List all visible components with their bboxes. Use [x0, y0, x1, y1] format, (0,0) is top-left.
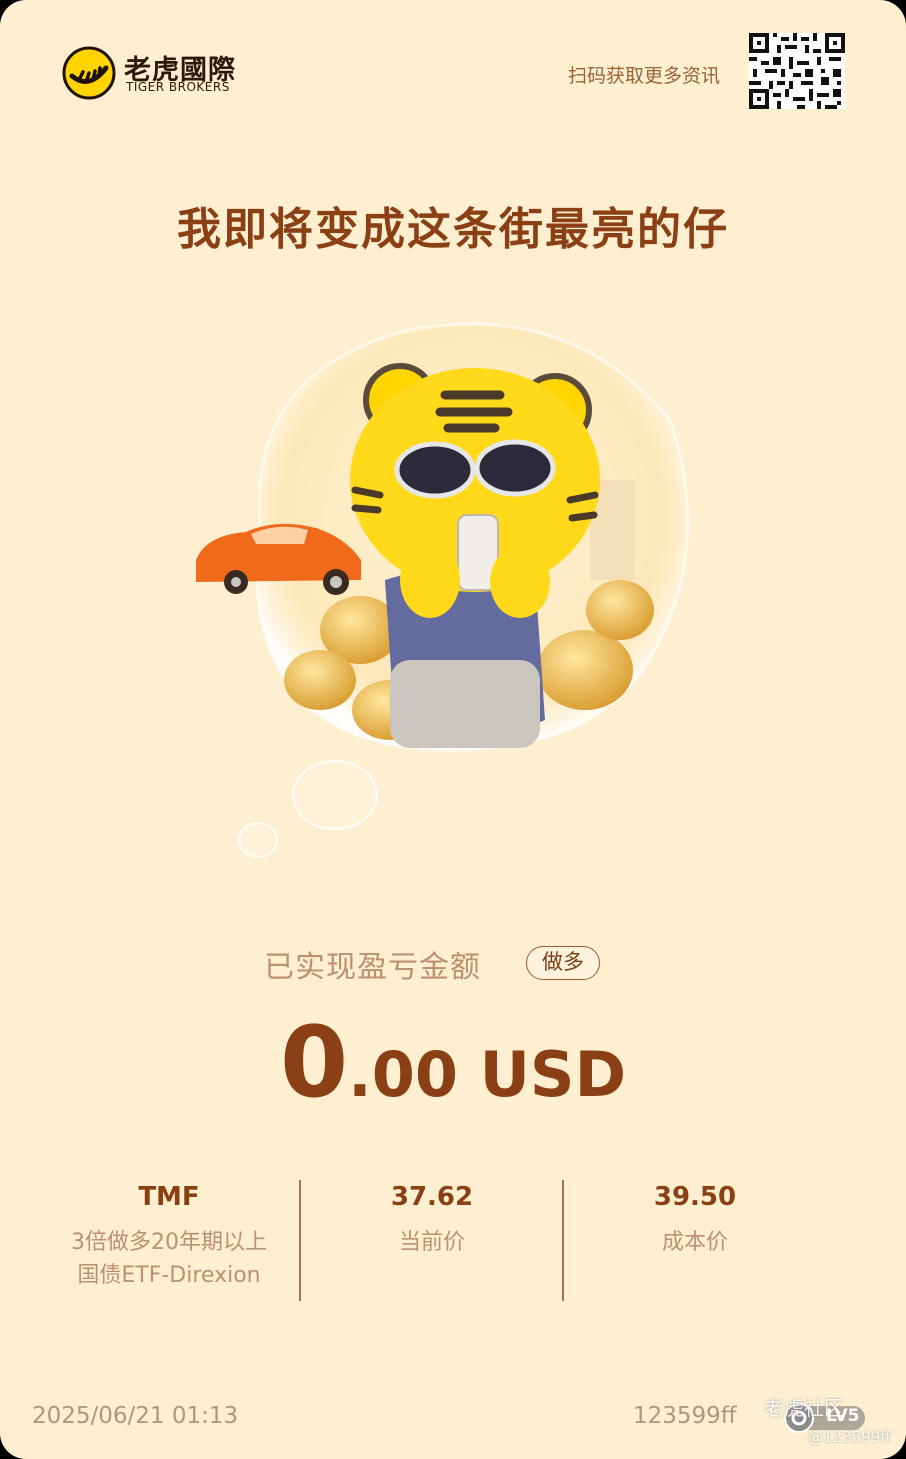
- brand-name-en: TIGER BROKERS: [126, 80, 230, 94]
- qr-code-icon[interactable]: [749, 33, 845, 109]
- timestamp: 2025/06/21 01:13: [32, 1403, 239, 1429]
- stat-cost-price: 39.50 成本价: [565, 1182, 825, 1259]
- share-card: 老虎國際 TIGER BROKERS 扫码获取更多资讯 我即将变成这条街最亮的仔: [0, 0, 906, 1459]
- stat-divider: [562, 1180, 564, 1301]
- scan-prompt: 扫码获取更多资讯: [567, 65, 720, 87]
- pnl-decimal-currency: .00 USD: [348, 1038, 627, 1111]
- slogan-title: 我即将变成这条街最亮的仔: [177, 204, 729, 255]
- stat-current-price: 37.62 当前价: [302, 1182, 562, 1259]
- stat-ticker: TMF 3倍做多20年期以上 国债ETF-Direxion: [40, 1182, 298, 1292]
- current-price-label: 当前价: [398, 1230, 465, 1255]
- stat-divider: [299, 1180, 301, 1301]
- tiger-logo-icon: [62, 46, 116, 100]
- ticker-name-line2: 国债ETF-Direxion: [77, 1263, 261, 1288]
- ticker-symbol: TMF: [138, 1182, 200, 1212]
- realized-pnl-label: 已实现盈亏金额: [264, 950, 481, 985]
- realized-pnl-value: 0.00 USD: [0, 1006, 906, 1120]
- pnl-integer: 0: [279, 1006, 349, 1120]
- position-side-badge: 做多: [526, 946, 600, 980]
- watermark-user-id: @123599ff: [808, 1428, 891, 1446]
- ticker-name: 3倍做多20年期以上 国债ETF-Direxion: [40, 1226, 298, 1292]
- tiger-mascot-illustration: [196, 322, 690, 858]
- cost-price-value: 39.50: [653, 1182, 737, 1212]
- level-label: LV5: [826, 1406, 860, 1426]
- ticker-name-line1: 3倍做多20年期以上: [71, 1230, 267, 1255]
- current-price-value: 37.62: [390, 1182, 474, 1212]
- user-id: 123599ff: [633, 1403, 737, 1429]
- cost-price-label: 成本价: [661, 1230, 728, 1255]
